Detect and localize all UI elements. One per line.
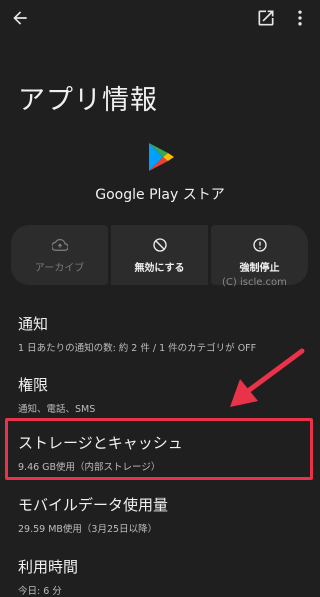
info-alert-icon [252,237,267,252]
archive-button[interactable]: アーカイブ [11,225,108,285]
open-in-new-icon[interactable] [256,8,276,28]
row-title: 利用時間 [18,558,79,576]
highlight-box [5,418,313,480]
archive-label: アーカイブ [34,262,85,274]
disable-label: 無効にする [134,262,185,274]
top-app-bar [0,0,320,36]
more-vert-icon[interactable] [290,8,310,28]
row-title: モバイルデータ使用量 [18,496,169,514]
row-subtitle: 29.59 MB使用（3月25日以降） [18,524,158,535]
page-title: アプリ情報 [18,85,158,116]
app-name: Google Play ストア [95,187,225,203]
usage-time-row[interactable]: 利用時間 今日: 6 分 [18,556,308,597]
force-stop-label: 強制停止 [239,262,280,274]
google-play-icon [149,143,174,171]
row-title: 通知 [18,315,49,333]
cloud-upload-icon [51,238,68,251]
watermark: (C) iscle.com [222,277,287,288]
disable-icon [152,237,167,252]
back-arrow-icon[interactable] [10,8,30,28]
row-subtitle: 今日: 6 分 [18,586,62,597]
force-stop-button[interactable]: 強制停止 [211,225,308,285]
mobile-data-row[interactable]: モバイルデータ使用量 29.59 MB使用（3月25日以降） [18,494,308,535]
annotation-arrow-icon [230,348,305,407]
disable-button[interactable]: 無効にする [111,225,208,285]
app-actions: アーカイブ 無効にする 強制停止 [11,225,308,285]
